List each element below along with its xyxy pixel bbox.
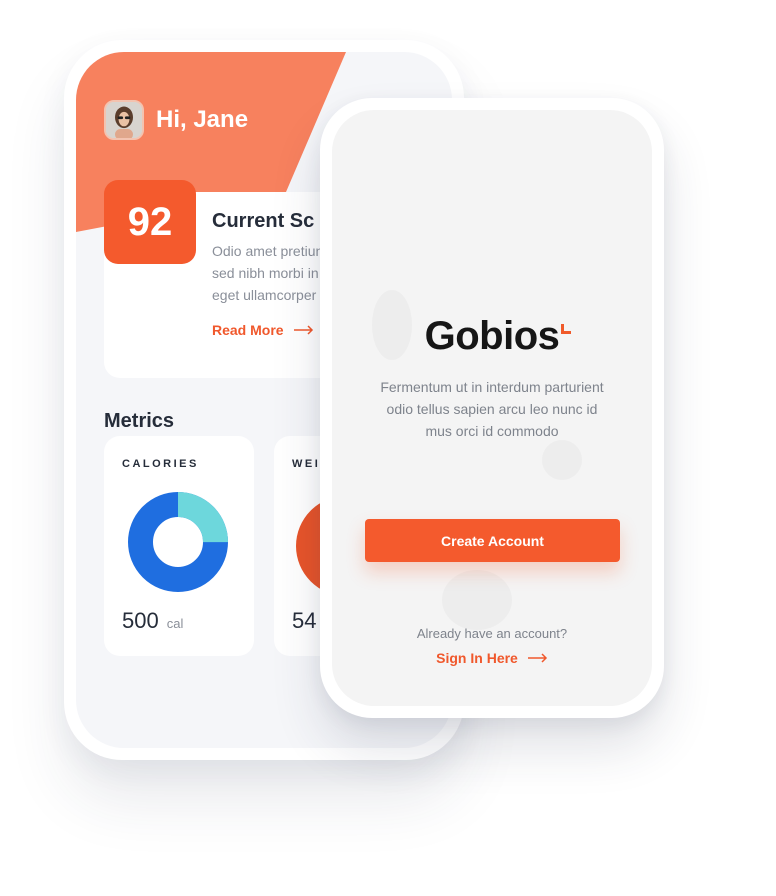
calories-unit: cal xyxy=(166,616,184,631)
logo-wrap: Gobios xyxy=(332,314,652,359)
calories-card[interactable]: CALORIES 500 cal xyxy=(104,436,254,656)
read-more-label: Read More xyxy=(212,322,284,338)
background-decoration xyxy=(442,570,512,630)
greeting: Hi, Jane xyxy=(104,100,248,140)
greeting-text: Hi, Jane xyxy=(156,106,249,133)
calories-label: CALORIES xyxy=(122,458,199,470)
background-decoration xyxy=(542,440,582,480)
arrow-right-icon xyxy=(527,653,547,663)
avatar[interactable] xyxy=(104,100,144,140)
welcome-description: Fermentum ut in interdum parturient odio… xyxy=(332,376,652,442)
welcome-description-line: Fermentum ut in interdum parturient xyxy=(380,379,604,395)
weight-number: 54 xyxy=(292,608,317,633)
welcome-description-line: mus orci id commodo xyxy=(425,423,559,439)
app-logo: Gobios xyxy=(424,314,572,359)
read-more-link[interactable]: Read More xyxy=(212,322,314,338)
weight-label: WEI xyxy=(292,458,321,470)
calories-value: 500 cal xyxy=(122,608,183,634)
score-badge: 92 xyxy=(104,180,196,264)
already-have-account-text: Already have an account? xyxy=(416,626,568,641)
calories-number: 500 xyxy=(122,608,159,633)
calories-donut-chart xyxy=(128,492,228,592)
create-account-button[interactable]: Create Account xyxy=(365,519,620,562)
welcome-screen: Gobios Fermentum ut in interdum parturie… xyxy=(332,110,652,706)
logo-mark-icon xyxy=(561,324,572,334)
sign-in-label: Sign In Here xyxy=(436,650,518,666)
front-phone: Gobios Fermentum ut in interdum parturie… xyxy=(320,98,664,718)
weight-value: 54 xyxy=(292,608,316,634)
arrow-right-icon xyxy=(293,325,313,335)
metrics-title: Metrics xyxy=(104,410,175,432)
sign-in-link[interactable]: Sign In Here xyxy=(332,650,652,666)
welcome-description-line: odio tellus sapien arcu leo nunc id xyxy=(386,401,598,417)
score-title: Current Sc xyxy=(212,210,315,232)
logo-text: Gobios xyxy=(424,314,560,358)
